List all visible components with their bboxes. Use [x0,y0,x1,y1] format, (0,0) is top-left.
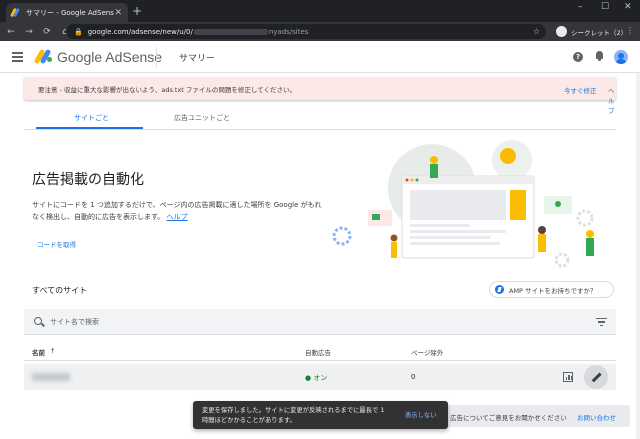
chat-bubble-icon [500,148,516,164]
sites-table-header: 名前 ↑ 自動広告 ページ除外 [24,341,616,361]
feedback-bar: 広告についてご意見をお聞かせください お問い合わせ [418,405,630,427]
get-code-button[interactable]: コードを取得 [37,239,76,249]
site-name-redacted [32,373,70,381]
page-scrollbar[interactable] [636,73,640,439]
column-name[interactable]: 名前 [32,347,45,357]
toast-message: 変更を保存しました。サイトに変更が反映されるまでに最長で 1 時間ほどかかること… [202,407,385,424]
window-close-icon[interactable]: ✕ [624,2,632,12]
tab-by-site[interactable]: サイトごと [74,113,109,123]
bookmark-star-icon[interactable]: ☆ [533,27,540,36]
minimize-icon[interactable]: – [578,2,583,12]
auto-ads-illustration [332,140,594,268]
person-far-right-figure [586,238,594,256]
forward-icon[interactable]: → [22,27,36,37]
auto-ads-help-link[interactable]: ヘルプ [167,213,188,221]
browser-tab[interactable]: サマリー - Google AdSense ✕ [6,3,128,22]
search-input[interactable]: サイト名で検索 [50,317,99,327]
contact-us-link[interactable]: お問い合わせ [577,412,616,422]
active-tab-indicator [36,127,143,129]
url-suffix: nyads/sites [268,27,309,36]
table-row[interactable]: ● オン 0 [24,364,616,390]
adsense-favicon-icon [10,7,21,18]
browser-titlebar: サマリー - Google AdSense ✕ + – ☐ ✕ [0,0,640,22]
feedback-text: 広告についてご意見をお聞かせください [450,414,567,422]
incognito-icon [556,26,567,37]
page-title: サマリー [179,54,216,64]
site-search-bar[interactable]: サイト名で検索 [24,309,616,335]
header-divider [156,47,157,67]
notifications-bell-icon[interactable] [595,51,604,61]
tab-by-ad-unit[interactable]: 広告ユニットごと [174,113,230,123]
browser-toolbar: ← → ⟳ ⌂ 🔒 google.com/adsense/new/u/0/ ny… [0,22,640,41]
amp-sites-chip[interactable]: AMP サイトをお持ちですか？ [489,281,614,298]
ads-txt-alert-banner: 要注意 - 収益に重大な影響が出ないよう、ads.txt ファイルの問題を修正し… [24,77,616,115]
lock-icon: 🔒 [74,27,83,36]
sort-arrow-icon[interactable]: ↑ [50,347,55,355]
app-header: Google AdSense サマリー ? [0,41,640,73]
person-top-figure [430,164,438,178]
amp-bolt-icon [495,285,504,294]
account-avatar[interactable] [614,50,628,64]
amp-chip-label: AMP サイトをお持ちですか？ [509,286,597,295]
search-icon [34,317,42,325]
person-right-figure [538,234,546,252]
auto-ads-description: サイトにコードを 1 つ追加するだけで、ページ内の広告掲載に適した場所を Goo… [32,199,322,223]
column-page-exclusions: ページ除外 [411,349,444,357]
auto-ads-heading: 広告掲載の自動化 [32,172,144,188]
person-left-figure [391,242,397,258]
column-auto-ads: 自動広告 [305,349,331,357]
dismiss-toast-button[interactable]: 表示しない [405,410,436,419]
tab-title: サマリー - Google AdSense [26,8,115,17]
filter-icon[interactable] [596,318,607,328]
alert-message: 要注意 - 収益に重大な影響が出ないよう、ads.txt ファイルの問題を修正し… [38,86,297,94]
edit-pencil-icon[interactable] [584,365,608,389]
tab-close-icon[interactable]: ✕ [114,8,122,18]
menu-icon[interactable] [12,52,23,64]
maximize-icon[interactable]: ☐ [601,2,609,12]
ad-slot-highlight [510,190,526,220]
gear-outline-3 [554,252,570,268]
back-icon[interactable]: ← [4,27,18,37]
fix-now-link[interactable]: 今すぐ修正 [564,85,597,95]
all-sites-heading: すべてのサイト [32,286,88,295]
address-bar[interactable]: 🔒 google.com/adsense/new/u/0/ nyads/site… [66,24,546,39]
gear-outline-2 [576,209,594,227]
auto-ads-status: ● オン [305,374,328,382]
help-icon[interactable]: ? [573,52,583,62]
report-chart-icon[interactable] [563,372,573,382]
incognito-label: シークレット（2） [571,28,628,37]
reload-icon[interactable]: ⟳ [40,27,54,37]
adsense-logo-icon [33,48,53,65]
url-redacted [193,28,268,35]
new-tab-button[interactable]: + [132,4,142,18]
gear-outline [332,226,352,246]
incognito-profile-button[interactable]: シークレット（2） [556,25,627,38]
url-prefix: google.com/adsense/new/u/0/ [87,27,193,36]
page-exclusions-count: 0 [411,373,416,381]
snackbar-toast: 変更を保存しました。サイトに変更が反映されるまでに最長で 1 時間ほどかかること… [193,401,448,429]
browser-menu-icon[interactable]: ⋮ [626,26,634,35]
view-tabs: サイトごと 広告ユニットごと [24,108,616,130]
brand-name: Google AdSense [57,49,163,65]
